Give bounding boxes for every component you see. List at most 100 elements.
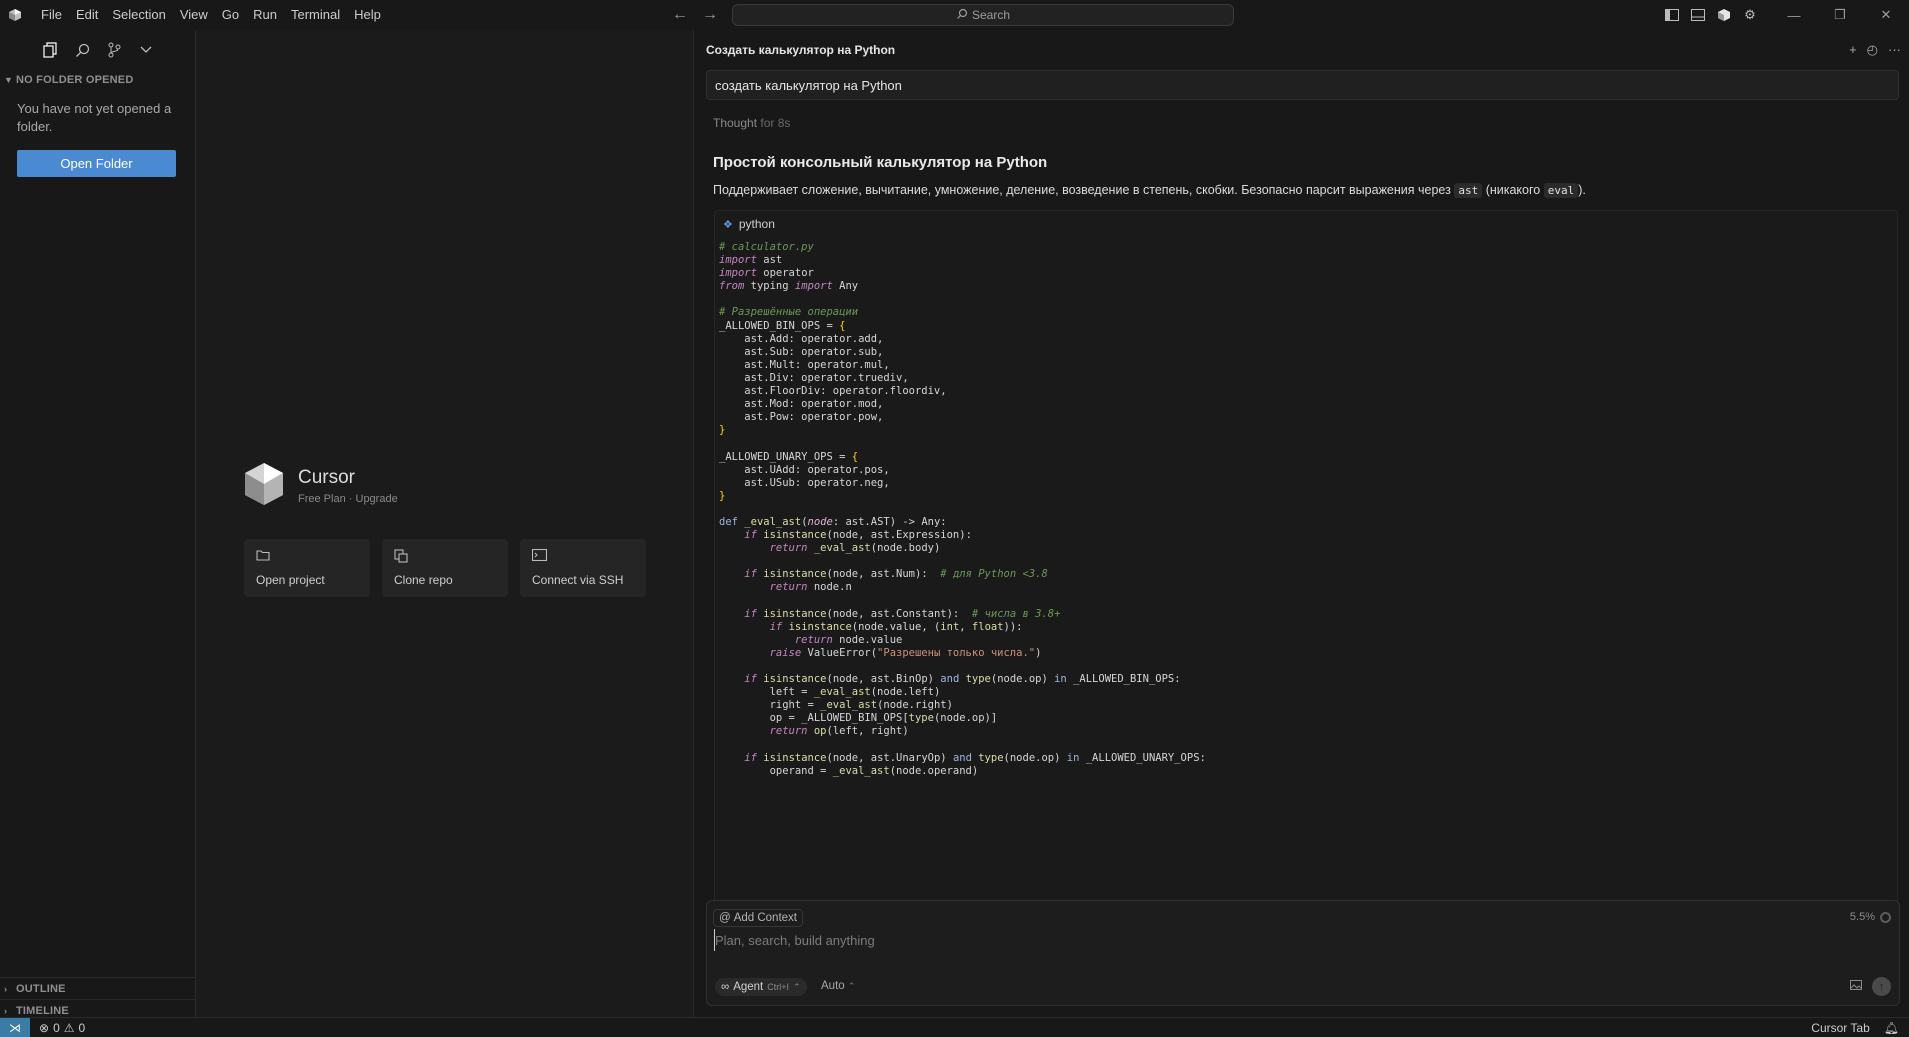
toggle-panel-icon[interactable] (1685, 0, 1711, 30)
code-token: typing (744, 280, 795, 293)
model-label: Auto (821, 980, 845, 992)
code-token: ast.Mult: operator.mul, (719, 358, 890, 371)
menu-terminal[interactable]: Terminal (284, 0, 347, 30)
menu-bar: File Edit Selection View Go Run Terminal… (34, 0, 388, 30)
open-project-card[interactable]: Open project (244, 539, 370, 597)
minimize-icon[interactable]: — (1771, 0, 1817, 30)
at-icon: @ (719, 912, 731, 924)
thought-label: Thought (713, 116, 758, 130)
code-line: ast.Add: operator.add, (719, 333, 1897, 346)
menu-help[interactable]: Help (347, 0, 388, 30)
welcome-screen: Cursor Free Plan · Upgrade Open project (244, 462, 646, 597)
model-selector[interactable]: Auto ⌃ (821, 980, 855, 992)
menu-run[interactable]: Run (246, 0, 284, 30)
bell-icon[interactable]: 🔔︎ (1884, 1021, 1899, 1035)
code-content[interactable]: # calculator.py import ast import operator… (715, 237, 1897, 778)
code-token: (node.left) (870, 686, 941, 699)
explorer-files-icon[interactable] (34, 35, 66, 65)
chat-input[interactable] (714, 929, 1814, 951)
menu-edit[interactable]: Edit (69, 0, 105, 30)
folder-icon (256, 549, 358, 564)
code-token: operand = (719, 764, 833, 777)
code-token: if (769, 620, 783, 633)
history-icon[interactable]: ◴ (1867, 42, 1878, 58)
code-token: in (1054, 673, 1067, 686)
code-token: and (940, 673, 960, 686)
outline-section-header[interactable]: › OUTLINE (0, 977, 196, 999)
open-folder-button[interactable]: Open Folder (17, 150, 176, 177)
user-message[interactable]: создать калькулятор на Python (706, 70, 1899, 100)
code-token: ast.Mod: operator.mod, (719, 398, 884, 411)
close-icon[interactable]: ✕ (1863, 0, 1909, 30)
code-token: isinstance (763, 751, 827, 764)
chevron-down-icon[interactable] (130, 35, 162, 65)
remote-connection-icon[interactable]: ⋊ (0, 1017, 30, 1037)
code-token: _eval_ast (813, 686, 871, 699)
code-token: (node, ast.BinOp) (826, 673, 941, 686)
sidebar-activity-bar (0, 30, 195, 70)
new-chat-icon[interactable]: + (1849, 42, 1857, 58)
chat-tab-title[interactable]: Создать калькулятор на Python (706, 43, 895, 57)
connect-ssh-card[interactable]: Connect via SSH (520, 539, 646, 597)
code-token: _ALLOWED_BIN_OPS = (719, 319, 840, 332)
code-token: (node.right) (877, 699, 953, 712)
settings-gear-icon[interactable]: ⚙ (1737, 0, 1763, 30)
restore-icon[interactable]: ❐ (1817, 0, 1863, 30)
code-token: (node.operand) (889, 764, 979, 777)
cursor-cube-icon[interactable] (1711, 0, 1737, 30)
code-token: from (719, 280, 745, 293)
code-token: if (744, 607, 757, 620)
image-attach-icon[interactable] (1850, 980, 1862, 993)
no-folder-message: You have not yet opened a folder. (17, 101, 172, 134)
chat-panel: Создать калькулятор на Python + ◴ ··· со… (694, 30, 1909, 1017)
chat-header: Создать калькулятор на Python + ◴ ··· (694, 30, 1909, 70)
search-icon (956, 8, 968, 23)
forward-arrow-icon[interactable]: → (700, 5, 720, 25)
clone-repo-card[interactable]: Clone repo (382, 539, 508, 597)
send-arrow-icon[interactable]: ↑ (1872, 977, 1891, 996)
status-bar: ⋊ ⊗ 0 ⚠ 0 Cursor Tab 🔔︎ (0, 1017, 1909, 1037)
source-control-icon[interactable] (98, 35, 130, 65)
composer-actions: ↑ (1850, 977, 1891, 996)
toggle-sidebar-icon[interactable] (1659, 0, 1685, 30)
code-token: _ALLOWED_UNARY_OPS: (1079, 751, 1206, 764)
search-sidebar-icon[interactable] (66, 35, 98, 65)
code-token: )): (1003, 620, 1023, 633)
thought-indicator[interactable]: Thought for 8s (713, 116, 790, 130)
command-search[interactable]: Search (732, 4, 1234, 26)
cursor-tab-status[interactable]: Cursor Tab (1811, 1021, 1869, 1035)
code-token: _ALLOWED_UNARY_OPS = (719, 450, 852, 463)
menu-selection[interactable]: Selection (105, 0, 172, 30)
code-line: raise ValueError("Разрешены только числа… (719, 647, 1897, 660)
menu-go[interactable]: Go (215, 0, 246, 30)
menu-file[interactable]: File (34, 0, 69, 30)
upgrade-link[interactable]: Upgrade (356, 493, 398, 505)
no-folder-section-header[interactable]: ▼ NO FOLDER OPENED (0, 70, 195, 90)
more-options-icon[interactable]: ··· (1888, 42, 1901, 58)
code-block-header: ❖ python (715, 211, 1897, 237)
code-line: # Разрешённые операции (719, 306, 1897, 319)
menu-view[interactable]: View (173, 0, 215, 30)
brand-name: Cursor (298, 466, 356, 488)
answer-desc-part: ). (1578, 183, 1586, 197)
code-token: right = (719, 699, 821, 712)
cursor-logo-icon (0, 0, 30, 30)
plan-separator: · (348, 492, 353, 505)
code-token: type (965, 673, 991, 686)
code-token: ) (1035, 646, 1042, 659)
code-line: op = _ALLOWED_BIN_OPS[type(node.op)] (719, 712, 1897, 725)
problems-indicator[interactable]: ⊗ 0 ⚠ 0 (39, 1021, 85, 1035)
back-arrow-icon[interactable]: ← (670, 5, 690, 25)
code-token: ast.FloorDiv: operator.floordiv, (719, 385, 947, 398)
welcome-cards: Open project Clone repo Connect via SSH (244, 539, 646, 597)
code-line: ast.FloorDiv: operator.floordiv, (719, 385, 1897, 398)
add-context-button[interactable]: @ Add Context (713, 909, 803, 927)
code-token: int (940, 620, 960, 633)
code-token: isinstance (763, 607, 827, 620)
code-token: import (794, 280, 833, 293)
agent-mode-selector[interactable]: ∞ Agent Ctrl+I ⌃ (715, 978, 807, 996)
code-token: { (851, 450, 859, 463)
